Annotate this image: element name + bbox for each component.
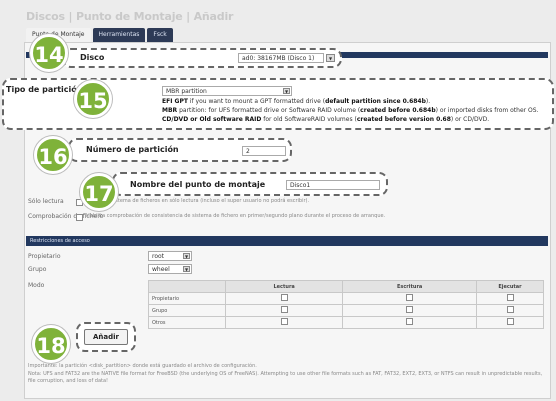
mount-name-input[interactable]: Disco1 <box>286 180 380 190</box>
help-efi-gpt: EFI GPT if you want to mount a GPT forma… <box>162 98 431 105</box>
chevron-down-icon: ▼ <box>283 88 290 94</box>
table-row: Otros <box>148 316 544 329</box>
partition-number-value: 2 <box>246 148 250 155</box>
disk-callout: Disco ad0: 38167MB (Disco 1) ▼ <box>62 48 342 68</box>
help-cd-dvd: CD/DVD or Old software RAID for old Soft… <box>162 116 490 123</box>
owner-exec-checkbox[interactable] <box>506 294 514 301</box>
row-label: Propietario <box>148 292 226 305</box>
partition-type-select[interactable]: MBR partition ▼ <box>162 86 292 96</box>
others-write-checkbox[interactable] <box>406 318 414 325</box>
read-only-label: Sólo lectura <box>28 198 64 205</box>
page-title: Discos | Punto de Montaje | Añadir <box>26 10 234 23</box>
add-button[interactable]: Añadir <box>84 329 128 345</box>
row-label: Grupo <box>148 304 226 317</box>
partition-number-label: Número de partición <box>86 145 179 154</box>
column-header: Ejecutar <box>476 280 544 293</box>
access-section-bar <box>26 236 548 246</box>
group-exec-checkbox[interactable] <box>506 306 514 313</box>
mount-name-value: Disco1 <box>290 182 311 189</box>
page: Discos | Punto de Montaje | Añadir Punto… <box>0 0 556 401</box>
callout-badge-18: 18 <box>32 325 70 363</box>
read-only-help: Montar el sistema de ficheros en sólo le… <box>86 198 310 204</box>
chevron-down-icon: ▼ <box>183 253 190 259</box>
permissions-table: Lectura Escritura Ejecutar Propietario G… <box>148 280 544 329</box>
column-header <box>148 280 226 293</box>
others-read-checkbox[interactable] <box>280 318 288 325</box>
group-value: wheel <box>152 266 170 273</box>
owner-value: root <box>152 253 165 260</box>
chevron-down-icon: ▼ <box>183 266 190 272</box>
group-read-checkbox[interactable] <box>280 306 288 313</box>
fsck-help: Habilita comprobación de consistencia de… <box>86 213 386 219</box>
table-row: Propietario <box>148 292 544 305</box>
group-label: Grupo <box>28 266 47 273</box>
callout-badge-15: 15 <box>74 80 112 118</box>
group-write-checkbox[interactable] <box>406 306 414 313</box>
disk-label: Disco <box>80 53 105 62</box>
callout-badge-17: 17 <box>80 173 118 211</box>
mount-name-label: Nombre del punto de montaje <box>130 180 266 189</box>
chevron-down-icon[interactable]: ▼ <box>326 54 335 62</box>
table-header-row: Lectura Escritura Ejecutar <box>148 280 544 293</box>
others-exec-checkbox[interactable] <box>506 318 514 325</box>
partition-number-callout: Número de partición 2 <box>68 138 292 162</box>
row-label: Otros <box>148 316 226 329</box>
tab-tools[interactable]: Herramientas <box>92 28 146 42</box>
owner-label: Propietario <box>28 253 61 260</box>
partition-number-input[interactable]: 2 <box>242 146 286 156</box>
partition-type-label: Tipo de partición <box>6 85 83 94</box>
mount-name-callout: Nombre del punto de montaje Disco1 <box>112 172 388 196</box>
note-importante: Importante: la partición <disk_partition… <box>28 363 257 369</box>
disk-select[interactable]: ad0: 38167MB (Disco 1) <box>238 53 324 63</box>
column-header: Escritura <box>342 280 477 293</box>
callout-badge-14: 14 <box>30 34 68 72</box>
owner-read-checkbox[interactable] <box>280 294 288 301</box>
help-mbr: MBR partition: for UFS formatted drive o… <box>162 107 539 114</box>
owner-write-checkbox[interactable] <box>406 294 414 301</box>
disk-value: ad0: 38167MB (Disco 1) <box>242 55 315 62</box>
mode-label: Modo <box>28 282 45 289</box>
owner-select[interactable]: root ▼ <box>148 251 192 261</box>
fsck-checkbox[interactable] <box>76 214 83 221</box>
note-file-formats: Nota: UFS and FAT32 are the NATIVE file … <box>28 371 543 384</box>
partition-type-value: MBR partition <box>166 88 207 95</box>
tab-fsck[interactable]: Fsck <box>147 28 173 42</box>
table-row: Grupo <box>148 304 544 317</box>
access-section-title: Restricciones de acceso <box>30 238 90 244</box>
group-select[interactable]: wheel ▼ <box>148 264 192 274</box>
callout-badge-16: 16 <box>34 136 72 174</box>
column-header: Lectura <box>224 280 344 293</box>
